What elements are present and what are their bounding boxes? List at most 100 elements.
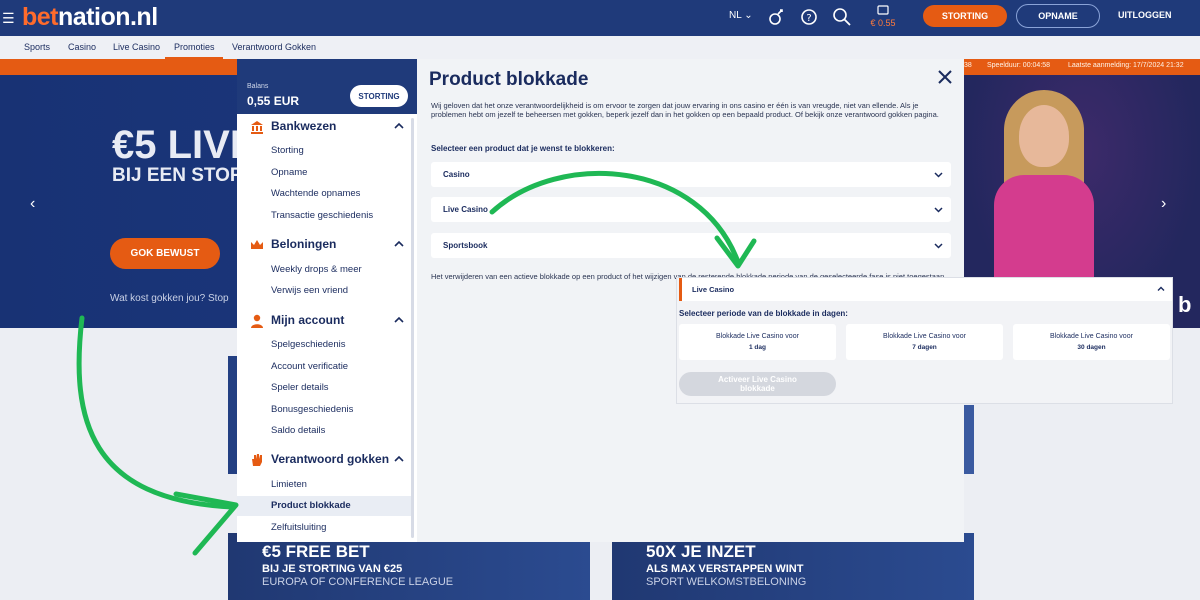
session-info-partial: 38 (964, 62, 972, 69)
activate-line-1: Activeer Live Casino (718, 375, 797, 384)
sidebar-item-label: Wachtende opnames (271, 188, 361, 199)
promo-line-2: BIJ JE STORTING VAN €25 (262, 563, 403, 575)
activate-blokkade-button[interactable]: Activeer Live Casino blokkade (679, 372, 836, 396)
sidebar-item-spelgeschiedenis[interactable]: Spelgeschiedenis (237, 335, 411, 355)
sidebar-item-storting[interactable]: Storting (237, 141, 411, 161)
gok-bewust-button[interactable]: GOK BEWUST (110, 238, 220, 269)
search-icon[interactable] (832, 7, 852, 27)
bank-icon (251, 121, 263, 134)
help-icon[interactable]: ? (799, 7, 819, 27)
chevron-down-icon (934, 172, 943, 178)
section-title: Verantwoord gokken (271, 452, 390, 466)
sidebar-item-label: Storting (271, 145, 304, 156)
product-select-label: Selecteer een product dat je wenst te bl… (431, 144, 615, 153)
promo-card-free-bet[interactable]: €5 FREE BET BIJ JE STORTING VAN €25 EURO… (228, 533, 590, 600)
carousel-next-icon[interactable]: › (1161, 195, 1166, 213)
chevron-down-icon (934, 243, 943, 249)
live-casino-dropdown-header[interactable]: Live Casino (679, 278, 1172, 301)
balance-display[interactable]: € 0.55 (866, 5, 900, 29)
promo-title: 50X JE INZET (646, 542, 756, 561)
balance-amount: 0,55 EUR (247, 94, 300, 108)
hero-side-letter: b (1178, 292, 1192, 317)
period-option-7-dagen[interactable]: Blokkade Live Casino voor 7 dagen (846, 324, 1003, 360)
section-bankwezen[interactable]: Bankwezen (237, 117, 411, 137)
section-title: Mijn account (271, 313, 345, 327)
nav-live-casino[interactable]: Live Casino (113, 42, 160, 52)
sidebar-item-opname[interactable]: Opname (237, 163, 411, 183)
sidebar-item-label: Limieten (271, 479, 307, 490)
option-duration: 30 dagen (1077, 344, 1106, 351)
last-login: Laatste aanmelding: 17/7/2024 21:32 (1068, 62, 1184, 69)
balance-label: Balans (247, 83, 269, 90)
sidebar-deposit-button[interactable]: STORTING (350, 85, 408, 107)
sidebar-item-label: Transactie geschiedenis (271, 210, 374, 221)
promo-line-3: SPORT WELKOMSTBELONING (646, 576, 807, 588)
option-duration: 7 dagen (912, 344, 937, 351)
sidebar-balance-header: Balans 0,55 EUR STORTING (237, 59, 417, 114)
sidebar-scrollbar[interactable] (411, 118, 414, 538)
play-time: Speelduur: 00:04:58 (987, 62, 1051, 69)
account-sidebar: Balans 0,55 EUR STORTING Bankwezen Stort… (237, 59, 417, 542)
hero-subtitle: BIJ EEN STOR (112, 165, 244, 186)
sidebar-item-wachtende-opnames[interactable]: Wachtende opnames (237, 184, 411, 204)
section-title: Beloningen (271, 237, 337, 251)
chevron-up-icon (394, 455, 404, 462)
promo-title: €5 FREE BET (262, 542, 370, 561)
content-card-right[interactable] (964, 405, 974, 474)
sidebar-item-speler-details[interactable]: Speler details (237, 378, 411, 398)
promotions-icon[interactable] (766, 7, 786, 27)
close-icon[interactable] (936, 68, 954, 86)
sidebar-item-transactie-geschiedenis[interactable]: Transactie geschiedenis (237, 206, 411, 226)
chevron-up-icon (394, 316, 404, 323)
sub-navigation: Sports Casino Live Casino Promoties Vera… (0, 36, 1200, 59)
sidebar-item-zelfuitsluiting[interactable]: Zelfuitsluiting (237, 518, 411, 538)
sidebar-item-limieten[interactable]: Limieten (237, 475, 411, 495)
period-label: Selecteer periode van de blokkade in dag… (679, 309, 848, 318)
wallet-icon (877, 5, 889, 15)
language-label: NL (729, 10, 742, 21)
period-option-1-dag[interactable]: Blokkade Live Casino voor 1 dag (679, 324, 836, 360)
product-label: Sportsbook (443, 241, 488, 250)
hero-title: €5 LIVE (112, 123, 257, 167)
period-option-30-dagen[interactable]: Blokkade Live Casino voor 30 dagen (1013, 324, 1170, 360)
deposit-button[interactable]: STORTING (923, 5, 1007, 27)
hero-person-face (1019, 105, 1069, 167)
promo-card-verstappen[interactable]: 50X JE INZET ALS MAX VERSTAPPEN WINT SPO… (612, 533, 974, 600)
nav-promoties[interactable]: Promoties (174, 42, 215, 52)
sidebar-item-weekly-drops[interactable]: Weekly drops & meer (237, 260, 411, 280)
live-casino-expanded-panel: Live Casino Selecteer periode van de blo… (676, 277, 1173, 404)
sidebar-item-product-blokkade[interactable]: Product blokkade (237, 496, 411, 516)
sidebar-item-label: Weekly drops & meer (271, 264, 362, 275)
logout-button[interactable]: UITLOGGEN (1118, 10, 1172, 20)
section-beloningen[interactable]: Beloningen (237, 235, 411, 255)
sidebar-item-saldo-details[interactable]: Saldo details (237, 421, 411, 441)
chevron-down-icon (934, 207, 943, 213)
carousel-prev-icon[interactable]: ‹ (30, 195, 35, 213)
product-dropdown-casino[interactable]: Casino (431, 162, 951, 187)
sidebar-item-account-verificatie[interactable]: Account verificatie (237, 357, 411, 377)
language-selector[interactable]: NL ⌄ (729, 10, 753, 21)
sidebar-item-verwijs-een-vriend[interactable]: Verwijs een vriend (237, 281, 411, 301)
sidebar-item-label: Zelfuitsluiting (271, 522, 327, 533)
product-dropdown-sportsbook[interactable]: Sportsbook (431, 233, 951, 258)
option-line-1: Blokkade Live Casino voor (716, 333, 799, 340)
product-dropdown-live-casino[interactable]: Live Casino (431, 197, 951, 222)
sidebar-item-label: Verwijs een vriend (271, 285, 349, 296)
nav-casino[interactable]: Casino (68, 42, 96, 52)
nav-sports[interactable]: Sports (24, 42, 50, 52)
promo-line-3: EUROPA OF CONFERENCE LEAGUE (262, 576, 454, 588)
section-mijn-account[interactable]: Mijn account (237, 311, 411, 331)
sidebar-item-bonusgeschiedenis[interactable]: Bonusgeschiedenis (237, 400, 411, 420)
option-line-1: Blokkade Live Casino voor (883, 333, 966, 340)
product-label: Live Casino (443, 205, 488, 214)
chevron-up-icon (1157, 286, 1165, 291)
menu-icon[interactable]: ☰ (2, 9, 15, 27)
section-verantwoord-gokken[interactable]: Verantwoord gokken (237, 450, 411, 470)
nav-verantwoord-gokken[interactable]: Verantwoord Gokken (232, 42, 316, 52)
withdraw-button[interactable]: OPNAME (1016, 4, 1100, 28)
logo[interactable]: betnation.nl (22, 3, 158, 32)
svg-text:?: ? (806, 13, 811, 24)
sidebar-item-label: Product blokkade (271, 500, 351, 511)
promo-line-2: ALS MAX VERSTAPPEN WINT (646, 563, 804, 575)
logo-bet: bet (22, 3, 59, 31)
